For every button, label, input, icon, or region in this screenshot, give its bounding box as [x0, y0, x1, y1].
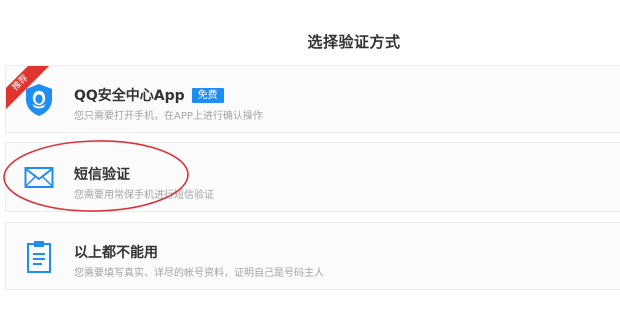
free-badge: 免费 [191, 88, 224, 103]
option-title: 以上都不能用 [74, 245, 158, 261]
option-qq-security-app[interactable]: 推荐 QQ安全中心App 免费 您只需要打开手机，在APP上进行确认操作 [5, 65, 620, 133]
clipboard-icon [24, 240, 54, 274]
option-title: QQ安全中心App 免费 [74, 85, 224, 105]
page-title: 选择验证方式 [307, 33, 401, 51]
envelope-icon [24, 161, 54, 195]
option-title: 短信验证 [74, 167, 130, 183]
option-description: 您需要用常保手机进行短信验证 [74, 190, 214, 201]
option-none-available[interactable]: 以上都不能用 您需要填写真实、详尽的帐号资料，证明自己是号码主人 [5, 222, 620, 290]
verification-page: 选择验证方式 推荐 QQ安全中心App 免费 您只需要打开手机，在APP上进行确认… [0, 0, 620, 320]
shield-penguin-icon [24, 83, 54, 117]
option-description: 您只需要打开手机，在APP上进行确认操作 [74, 111, 263, 122]
option-description: 您需要填写真实、详尽的帐号资料，证明自己是号码主人 [74, 268, 324, 279]
option-sms-verification[interactable]: 短信验证 您需要用常保手机进行短信验证 [5, 142, 620, 212]
